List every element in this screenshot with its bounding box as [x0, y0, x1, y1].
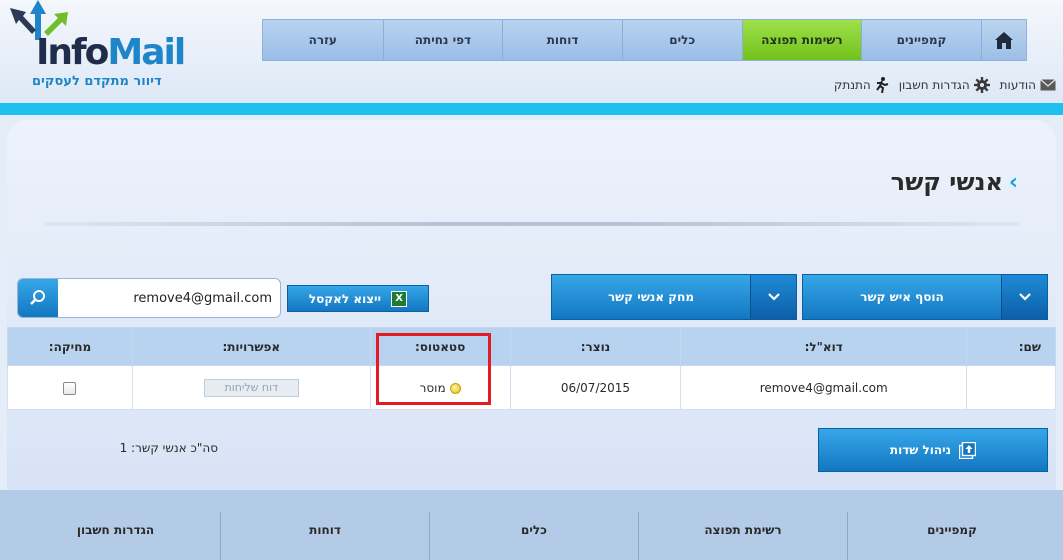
nav-item-reports[interactable]: דוחות — [502, 20, 622, 60]
export-excel-button[interactable]: X ייצוא לאקסל — [287, 285, 429, 312]
header-options: אפשרויות: — [131, 327, 371, 366]
add-contact-dropdown[interactable] — [1001, 275, 1047, 319]
title-divider — [44, 222, 1019, 226]
logout-label: התנתק — [833, 78, 871, 92]
delete-contacts-button[interactable]: מחק אנשי קשר — [551, 274, 797, 320]
nav-item-tools[interactable]: כלים — [621, 20, 742, 60]
search-input[interactable] — [58, 279, 280, 317]
status-highlight-box — [376, 333, 491, 405]
manage-fields-button[interactable]: ניהול שדות — [818, 428, 1048, 472]
infomail-logo[interactable]: InfoMail דיוור מתקדם לעסקים — [6, 0, 186, 100]
messages-link[interactable]: הודעות — [1000, 78, 1056, 92]
header-name[interactable]: שם: — [966, 327, 1056, 366]
gear-icon — [973, 77, 990, 93]
delete-contacts-dropdown[interactable] — [750, 275, 796, 319]
account-subnav: הודעות הגדרות חשבון התנתק — [818, 76, 1056, 94]
header-accent-bar — [0, 103, 1063, 115]
contacts-total: סה"כ אנשי קשר: 1 — [119, 441, 218, 455]
footer-mailing-list[interactable]: רשימת תפוצה — [638, 512, 847, 560]
running-person-icon — [875, 77, 889, 93]
logout-link[interactable]: התנתק — [834, 77, 889, 93]
header-email[interactable]: דוא"ל: — [680, 327, 968, 366]
footer-links: קמפיינים רשימת תפוצה כלים דוחות הגדרות ח… — [7, 512, 1056, 560]
chevron-right-icon: › — [1008, 169, 1018, 195]
logo-tagline: דיוור מתקדם לעסקים — [32, 74, 162, 89]
footer-reports[interactable]: דוחות — [220, 512, 429, 560]
delete-checkbox[interactable] — [63, 381, 77, 395]
add-contact-label: הוסף איש קשר — [860, 290, 944, 304]
header-created[interactable]: נוצר: — [509, 327, 682, 366]
page-title-row: › אנשי קשר — [891, 168, 1018, 196]
account-settings-link[interactable]: הגדרות חשבון — [899, 77, 990, 93]
upload-box-icon — [959, 441, 977, 459]
nav-item-help[interactable]: עזרה — [262, 20, 383, 60]
logo-word: InfoMail — [36, 32, 186, 73]
nav-item-campaigns[interactable]: קמפיינים — [861, 20, 981, 60]
footer-tools[interactable]: כלים — [429, 512, 638, 560]
cell-email[interactable]: remove4@gmail.com — [680, 365, 968, 410]
footer-account-settings[interactable]: הגדרות חשבון — [11, 512, 220, 560]
cell-created: 06/07/2015 — [509, 365, 682, 410]
messages-label: הודעות — [999, 78, 1036, 92]
settings-label: הגדרות חשבון — [898, 78, 970, 92]
cell-options: דוח שליחות — [131, 365, 371, 410]
search-box — [17, 278, 281, 318]
manage-fields-label: ניהול שדות — [889, 443, 952, 457]
nav-home-button[interactable] — [980, 20, 1026, 60]
cell-delete — [7, 365, 133, 410]
add-contact-button[interactable]: הוסף איש קשר — [802, 274, 1048, 320]
cell-name — [966, 365, 1056, 410]
table-row: remove4@gmail.com 06/07/2015 מוסר דוח של… — [7, 365, 1056, 410]
export-excel-label: ייצוא לאקסל — [308, 291, 382, 306]
chevron-down-icon — [767, 293, 780, 301]
home-icon — [994, 31, 1013, 49]
excel-icon: X — [391, 290, 408, 307]
nav-item-landing-pages[interactable]: דפי נחיתה — [382, 20, 503, 60]
main-nav: קמפיינים רשימות תפוצה כלים דוחות דפי נחי… — [262, 19, 1027, 61]
footer-campaigns[interactable]: קמפיינים — [847, 512, 1056, 560]
header-delete: מחיקה: — [7, 327, 133, 366]
contacts-table: שם: דוא"ל: נוצר: סטאטוס: אפשרויות: מחיקה… — [7, 327, 1056, 410]
send-report-button[interactable]: דוח שליחות — [203, 378, 299, 397]
delete-contacts-label: מחק אנשי קשר — [607, 290, 695, 304]
nav-item-mailing-lists[interactable]: רשימות תפוצה — [741, 20, 862, 60]
chevron-down-icon — [1018, 293, 1031, 301]
envelope-icon — [1040, 79, 1056, 91]
table-header-row: שם: דוא"ל: נוצר: סטאטוס: אפשרויות: מחיקה… — [7, 327, 1056, 366]
search-button[interactable] — [18, 279, 58, 317]
page-title: אנשי קשר — [890, 168, 1003, 196]
search-icon — [30, 290, 45, 305]
